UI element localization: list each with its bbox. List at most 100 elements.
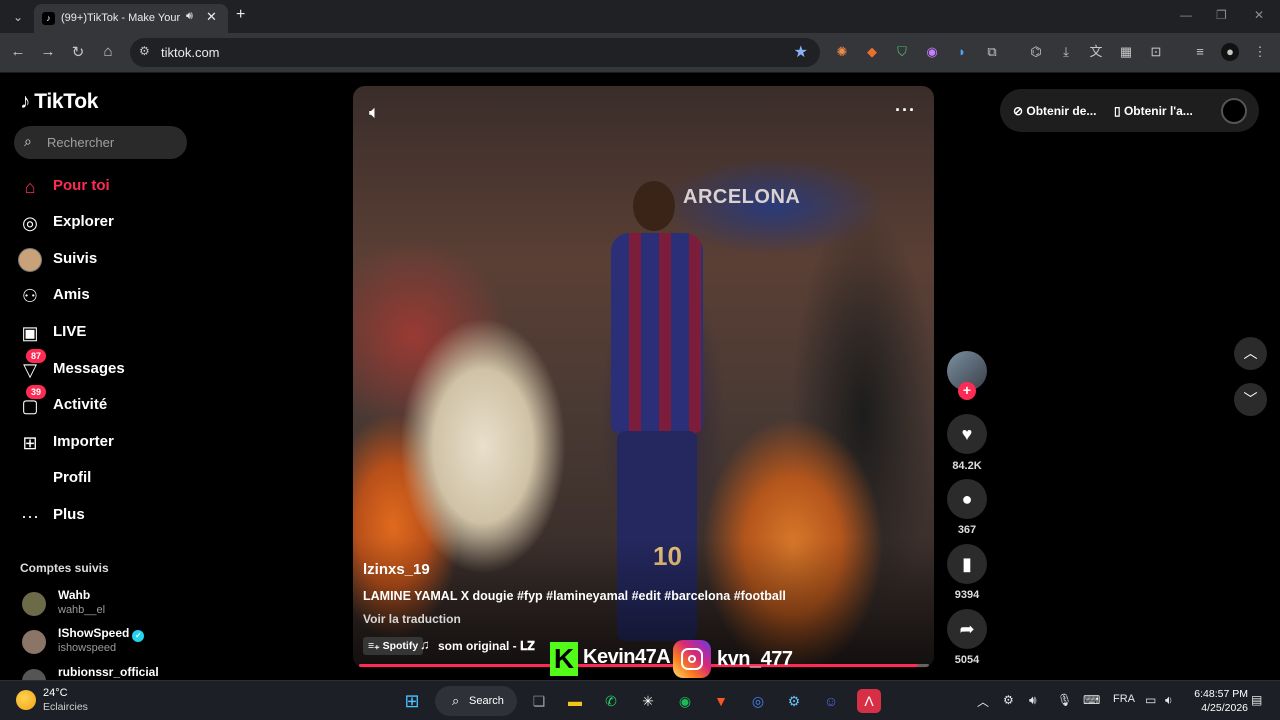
vpn-icon[interactable]: ⌬ (1027, 43, 1045, 61)
nav-messages[interactable]: ▽ 87 Messages (18, 349, 188, 385)
more-icon: ··· (21, 506, 39, 526)
extension-purple-icon[interactable]: ◉ (923, 43, 941, 61)
steam-icon[interactable]: ⚙ (782, 689, 806, 713)
taskbar-search[interactable]: ⌕ Search (435, 686, 517, 716)
followed-account[interactable]: rubionssr_official (22, 665, 192, 680)
volume-icon[interactable]: 🔊︎ (1029, 693, 1037, 708)
comment-button[interactable]: ● (947, 479, 987, 519)
more-options-icon[interactable]: ··· (895, 100, 916, 121)
player-head (633, 181, 675, 231)
like-button[interactable]: ♥ (947, 414, 987, 454)
weather-description[interactable]: Eclaircies (43, 701, 88, 713)
browser-menu-icon[interactable]: ⋮ (1251, 43, 1269, 61)
get-app-button[interactable]: ▯ Obtenir l'a... (1114, 104, 1193, 118)
tray-overflow-icon[interactable]: ︿ (977, 693, 989, 710)
video-username[interactable]: lzinxs_19 (363, 561, 430, 578)
chatgpt-icon[interactable]: ✳ (636, 689, 660, 713)
microphone-icon[interactable]: 🎙︎ (1057, 693, 1072, 707)
profile-icon (18, 467, 42, 491)
bookmark-star-icon[interactable]: ★ (794, 42, 808, 62)
network-icon[interactable]: ▭ (1145, 693, 1156, 707)
chrome-icon[interactable]: ◎ (746, 689, 770, 713)
site-info-icon[interactable]: ⚙ (139, 44, 150, 58)
file-explorer-icon[interactable]: ▬ (563, 689, 587, 713)
brave-icon[interactable]: ▼ (709, 689, 733, 713)
nav-explorer[interactable]: ◎ Explorer (18, 208, 188, 238)
nav-suivis[interactable]: Suivis (18, 245, 188, 275)
music-note-icon: ♫ (420, 637, 430, 652)
minimize-icon[interactable]: — (1180, 8, 1192, 22)
previous-video-button[interactable]: ︿ (1234, 337, 1267, 370)
browser-tab[interactable]: ♪ (99+)TikTok - Make Your Day 🔊︎ ✕ (34, 4, 228, 33)
user-avatar[interactable] (1221, 98, 1247, 124)
followed-account[interactable]: IShowSpeed ✓ ishowspeed (22, 626, 192, 658)
like-count: 84.2K (952, 460, 982, 472)
tab-search-icon[interactable]: ⌄ (8, 7, 28, 27)
close-tab-icon[interactable]: ✕ (206, 9, 217, 25)
bookmark-icon: ▮ (962, 554, 972, 574)
profile-avatar-icon[interactable]: ● (1221, 43, 1239, 61)
download-icon[interactable]: ⤓ (1057, 43, 1075, 61)
nav-activite[interactable]: ▢ 39 Activité (18, 385, 188, 421)
window-close-icon[interactable]: ✕ (1254, 8, 1264, 22)
task-view-icon[interactable]: ❏ (527, 689, 551, 713)
address-bar[interactable]: ⚙ tiktok.com ★ (130, 38, 820, 67)
reload-icon[interactable]: ↻ (68, 43, 88, 61)
extensions-puzzle-icon[interactable]: ⧉ (983, 43, 1001, 61)
video-player[interactable]: ARCELONA 10 🔈︎ ··· lzinxs_19 LAMINE YAMA… (353, 86, 934, 668)
spotify-chip[interactable]: ≡₊ Spotify (363, 637, 424, 655)
spotify-icon[interactable]: ◉ (673, 689, 697, 713)
nav-profil[interactable]: Profil (18, 464, 188, 494)
taskbar-search-label: Search (469, 695, 504, 707)
nav-label: Profil (53, 469, 92, 486)
nav-live[interactable]: ▣ LIVE (18, 318, 188, 348)
video-caption: LAMINE YAMAL X dougie #fyp #lamineyamal … (363, 589, 786, 603)
nav-amis[interactable]: ⚇ Amis (18, 281, 188, 311)
home-icon[interactable]: ⌂ (98, 43, 118, 60)
language-indicator[interactable]: FRA (1113, 693, 1135, 705)
music-title[interactable]: som original - 𝐋𝐙 (438, 639, 535, 654)
weather-temperature[interactable]: 24°C (43, 687, 68, 699)
tray-steam-icon[interactable]: ⚙ (1003, 693, 1014, 707)
compass-icon: ◎ (22, 213, 38, 233)
app-red-icon[interactable]: Λ (857, 689, 881, 713)
extension-fox-icon[interactable]: ◆ (863, 43, 881, 61)
restore-icon[interactable]: ❐ (1216, 8, 1227, 22)
following-accounts-title: Comptes suivis (20, 561, 109, 575)
share-count: 5054 (954, 654, 980, 666)
extension-cookie-icon[interactable]: ✺ (833, 43, 851, 61)
taskbar-clock[interactable]: 6:48:57 PM 4/25/2026 (1188, 687, 1248, 715)
speaker-icon[interactable]: 🔊︎ (186, 10, 193, 23)
tiktok-logo[interactable]: ♪ TikTok (20, 90, 98, 114)
media-control-icon[interactable]: ≡ (1191, 43, 1209, 61)
apps-icon[interactable]: ▦ (1117, 43, 1135, 61)
discord-icon[interactable]: ☺ (819, 689, 843, 713)
nav-pour-toi[interactable]: ⌂ Pour toi (18, 172, 188, 202)
followed-account[interactable]: Wahb wahb__el (22, 588, 192, 620)
extension-shield-icon[interactable]: ⛉ (893, 43, 911, 61)
share-button[interactable]: ➦ (947, 609, 987, 649)
nav-plus[interactable]: ··· Plus (18, 501, 188, 531)
volume-icon[interactable]: 🔈︎ (369, 102, 380, 123)
nav-importer[interactable]: ⊞ Importer (18, 428, 188, 458)
get-coins-button[interactable]: ⊘ Obtenir de... (1013, 104, 1096, 118)
url-text[interactable]: tiktok.com (161, 45, 220, 60)
weather-sun-icon[interactable] (16, 690, 36, 710)
new-tab-icon[interactable]: + (236, 6, 245, 24)
follow-plus-icon[interactable]: + (958, 382, 976, 400)
translate-icon[interactable]: 文 (1087, 43, 1105, 61)
next-video-button[interactable]: ﹀ (1234, 383, 1267, 416)
speaker-icon[interactable]: 🔉︎ (1165, 693, 1173, 708)
extension-wave-icon[interactable]: ◗ (953, 43, 971, 61)
keyboard-icon[interactable]: ⌨ (1083, 693, 1100, 707)
notification-icon[interactable]: ▤ (1251, 693, 1262, 707)
translate-link[interactable]: Voir la traduction (363, 612, 461, 626)
whatsapp-icon[interactable]: ✆ (599, 689, 623, 713)
back-icon[interactable]: ← (8, 43, 28, 60)
screenshot-icon[interactable]: ⊡ (1147, 43, 1165, 61)
search-input[interactable]: ⌕ Rechercher (14, 126, 187, 159)
windows-start-icon[interactable]: ⊞ (400, 689, 424, 713)
save-button[interactable]: ▮ (947, 544, 987, 584)
following-avatar-icon (18, 248, 42, 272)
forward-icon[interactable]: → (38, 43, 58, 60)
